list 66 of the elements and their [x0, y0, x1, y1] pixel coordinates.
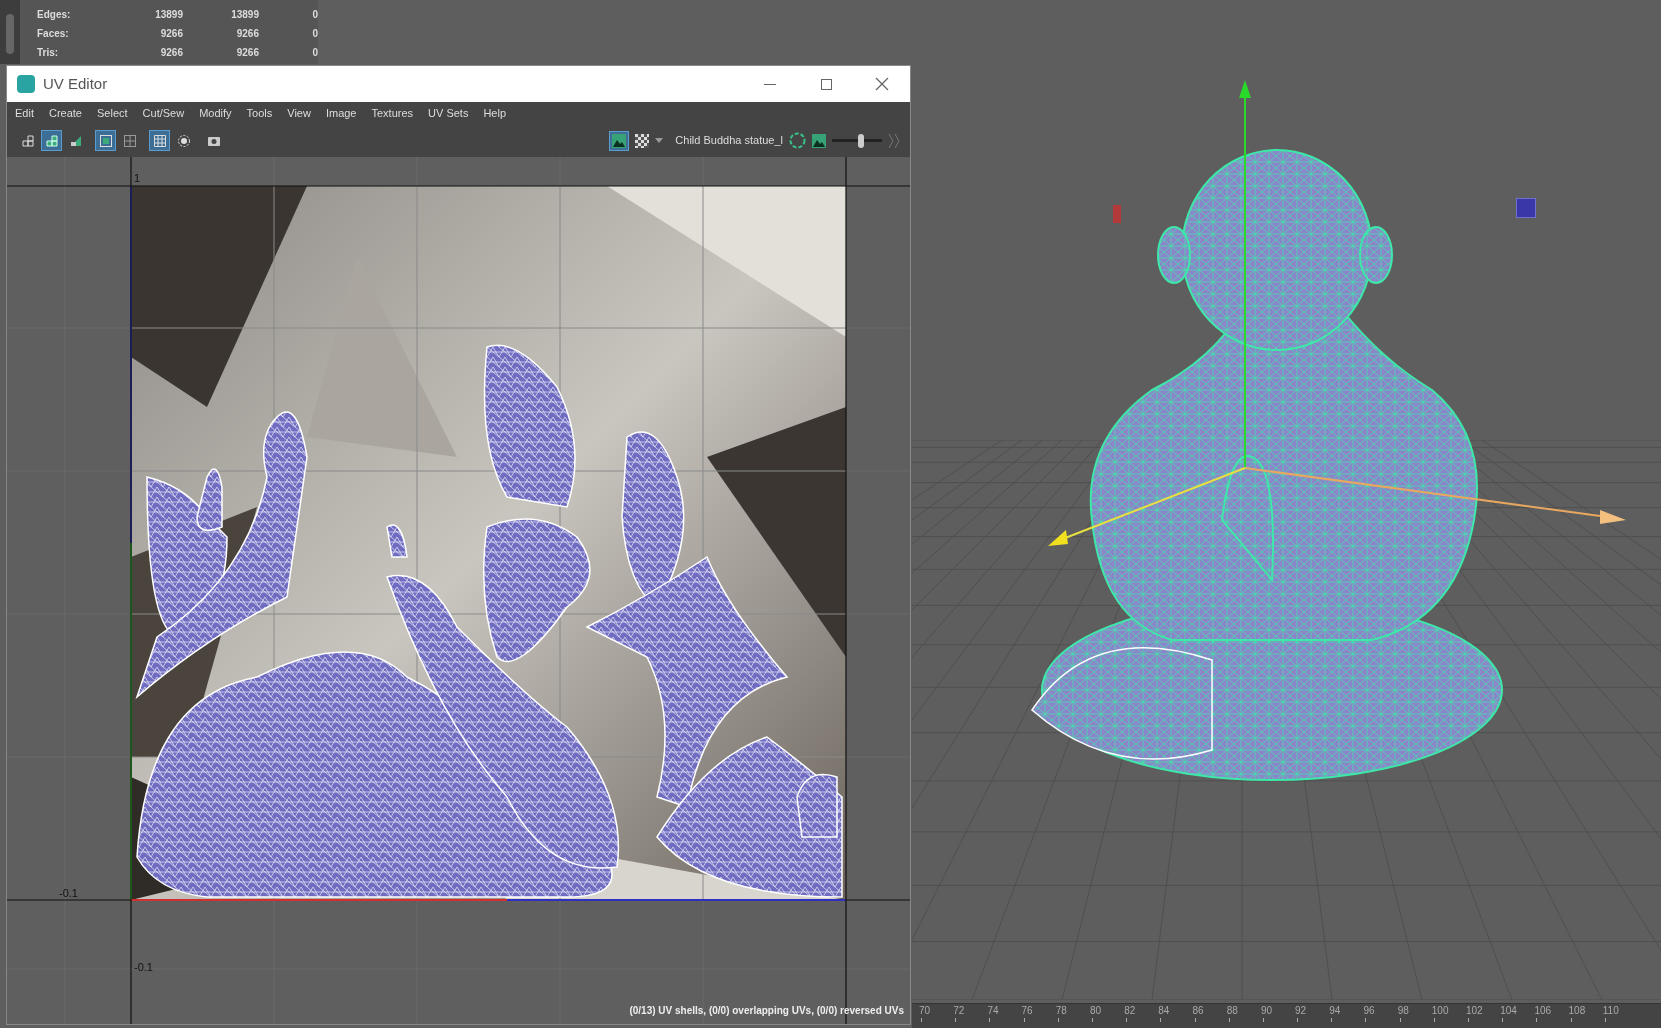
scroll-bar[interactable] [0, 0, 20, 64]
frame-number: 72 [953, 1004, 966, 1018]
window-title: UV Editor [43, 73, 108, 94]
image-icon[interactable] [812, 133, 826, 148]
frame-number: 90 [1260, 1004, 1273, 1018]
menu-item[interactable]: Create [48, 104, 82, 122]
frame-number: 94 [1329, 1004, 1342, 1018]
rgb-channel-icon[interactable] [789, 132, 806, 149]
frame-number: 110 [1602, 1004, 1620, 1018]
stat-label: Tris: [37, 46, 60, 60]
status-text: (0/13) UV shells, (0/0) overlapping UVs, (0/0) reversed UVs [629, 1004, 904, 1018]
image-name[interactable]: Child Buddha statue_l [675, 132, 783, 149]
frame-number: 108 [1568, 1004, 1587, 1018]
menu-item[interactable]: Cut/Sew [142, 104, 185, 122]
frame-number: 70 [919, 1004, 932, 1018]
menu-item[interactable]: Tools [246, 104, 273, 122]
shaded-uv-icon[interactable] [41, 130, 62, 151]
frame-number: 100 [1431, 1004, 1450, 1018]
frame-number: 104 [1500, 1004, 1518, 1018]
frame-number: 74 [987, 1004, 1000, 1018]
app-logo-icon [17, 75, 35, 93]
image-toggle-icon[interactable] [609, 130, 630, 151]
frame-number: 78 [1055, 1004, 1068, 1018]
caret-icon[interactable] [655, 137, 664, 144]
menu-item[interactable]: Textures [371, 104, 414, 122]
frame-number: 86 [1192, 1004, 1205, 1018]
close-icon[interactable] [875, 77, 889, 91]
timeline-bar[interactable]: 70 72 74 76 78 80 82 84 86 88 90 92 94 96 98 100 102 104 106 108 110 [912, 1003, 1661, 1028]
stat-value: 13899 [230, 8, 259, 22]
stat-value: 9266 [159, 46, 183, 60]
stat-value: 0 [311, 8, 318, 22]
grid-icon[interactable] [149, 130, 170, 151]
stat-value: 9266 [235, 46, 259, 60]
exposure-slider[interactable] [832, 133, 882, 148]
stat-value: 0 [311, 27, 318, 41]
frame-number: 98 [1397, 1004, 1410, 1018]
menu-item[interactable]: Help [483, 104, 507, 122]
slider-thumb[interactable] [858, 133, 865, 148]
checker-icon[interactable] [635, 133, 650, 148]
frame-number: 92 [1295, 1004, 1308, 1018]
menu-item[interactable]: UV Sets [428, 104, 469, 122]
stat-value: 9266 [235, 27, 259, 41]
frame-icon[interactable] [95, 130, 116, 151]
menu-item[interactable]: Select [97, 104, 128, 122]
menu-item[interactable]: View [287, 104, 311, 122]
frame-number: 106 [1534, 1004, 1553, 1018]
frame-number: 84 [1158, 1004, 1171, 1018]
stat-value: 0 [311, 46, 318, 60]
stat-label: Edges: [37, 8, 72, 22]
marker-icon [1516, 198, 1536, 218]
frame-number: 102 [1466, 1004, 1484, 1018]
menu-item[interactable]: Modify [199, 104, 232, 122]
marker-icon [1113, 205, 1121, 223]
frame-number: 82 [1124, 1004, 1137, 1018]
frame-number: 96 [1363, 1004, 1376, 1018]
menu-item[interactable]: Edit [15, 104, 34, 122]
menu-item[interactable]: Image [325, 104, 357, 122]
axis-label: 1 [134, 171, 141, 186]
axis-label: -0.1 [59, 886, 78, 901]
frame-number: 88 [1226, 1004, 1239, 1018]
axis-label: -0.1 [134, 960, 153, 975]
stat-value: 9266 [159, 27, 183, 41]
frame-number: 76 [1021, 1004, 1034, 1018]
stat-value: 13899 [154, 8, 183, 22]
stat-label: Faces: [37, 27, 70, 41]
frame-number: 80 [1089, 1004, 1103, 1018]
